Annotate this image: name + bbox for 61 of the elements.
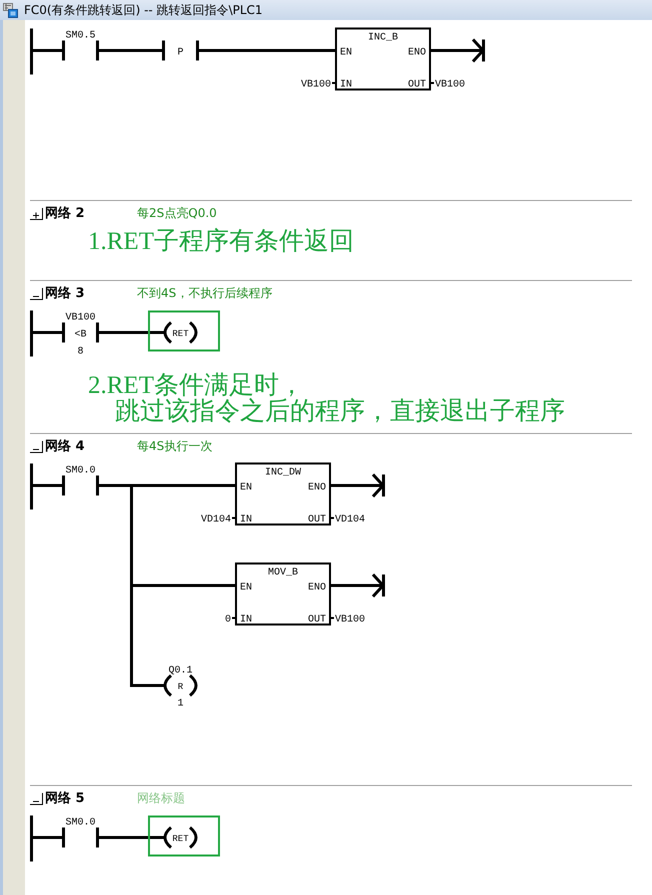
annotation-text: 1.RET子程序有条件返回 <box>88 229 354 255</box>
plus-icon[interactable] <box>30 206 43 220</box>
contact-address: VB100 <box>66 312 96 324</box>
rung-wire <box>99 484 130 487</box>
contact-icon <box>62 476 99 496</box>
pin-label: EN <box>340 48 352 58</box>
block-name: MOV_B <box>268 568 298 578</box>
contact-address: SM0.0 <box>66 818 96 828</box>
operand-label: VB100 <box>335 614 366 626</box>
pin-label: EN <box>240 582 252 594</box>
network-comment: 每2S点亮Q0.0 <box>137 204 217 222</box>
operand-label: 0 <box>224 614 231 626</box>
operand-label: VD104 <box>200 514 231 526</box>
block-name: INC_B <box>368 32 398 44</box>
contact-symbol: P <box>178 48 184 58</box>
contact-icon <box>62 828 99 848</box>
network-comment: 不到4S，不执行后续程序 <box>137 284 272 302</box>
minus-icon[interactable] <box>30 792 43 804</box>
rung-wire <box>33 49 62 52</box>
operand-label: VD104 <box>335 514 366 526</box>
coil-instruction: RET <box>172 329 189 339</box>
contact-address: SM0.5 <box>66 30 96 42</box>
contact-address: SM0.0 <box>66 466 96 476</box>
network-title: 网络 4 <box>45 438 85 455</box>
network-comment: 每4S执行一次 <box>137 438 212 454</box>
annotation-text: 2.RET条件满足时， <box>88 373 304 399</box>
network-title: 网络 2 <box>45 205 85 222</box>
pin-label: IN <box>240 514 252 526</box>
pin-label: IN <box>340 80 352 90</box>
program-icon <box>3 2 18 18</box>
pin-label: ENO <box>408 48 426 58</box>
contact-icon <box>62 40 99 60</box>
block-name: INC_DW <box>265 468 301 478</box>
network-title: 网络 5 <box>45 790 85 807</box>
coil-address: Q0.1 <box>168 666 192 676</box>
power-rail <box>30 464 33 510</box>
coil-instruction: RET <box>172 834 189 844</box>
power-rail <box>30 816 33 862</box>
minus-icon[interactable] <box>30 286 43 300</box>
power-rail <box>30 28 33 74</box>
operand-label: VB100 <box>300 80 331 90</box>
minus-icon[interactable] <box>30 440 43 452</box>
compare-operator: <B <box>74 330 86 340</box>
coil-instruction: R <box>178 682 184 692</box>
operand-label: VB100 <box>435 80 466 90</box>
pin-label: OUT <box>408 80 426 90</box>
pin-label: ENO <box>308 582 326 594</box>
pin-label: IN <box>240 614 252 626</box>
network-title: 网络 3 <box>45 285 85 302</box>
rung-wire <box>33 836 62 839</box>
pin-label: EN <box>240 482 252 494</box>
window-title: FC0(有条件跳转返回) -- 跳转返回指令\PLC1 <box>24 2 263 18</box>
coil-operand: 1 <box>178 698 184 710</box>
pin-label: ENO <box>308 482 326 494</box>
power-rail <box>30 310 33 356</box>
pin-label: OUT <box>308 514 326 526</box>
compare-operand: 8 <box>78 346 84 358</box>
annotation-text: 跳过该指令之后的程序，直接退出子程序 <box>115 399 565 425</box>
rung-wire <box>33 484 62 487</box>
pin-label: OUT <box>308 614 326 626</box>
title-field[interactable]: 网络标题 <box>137 790 199 806</box>
